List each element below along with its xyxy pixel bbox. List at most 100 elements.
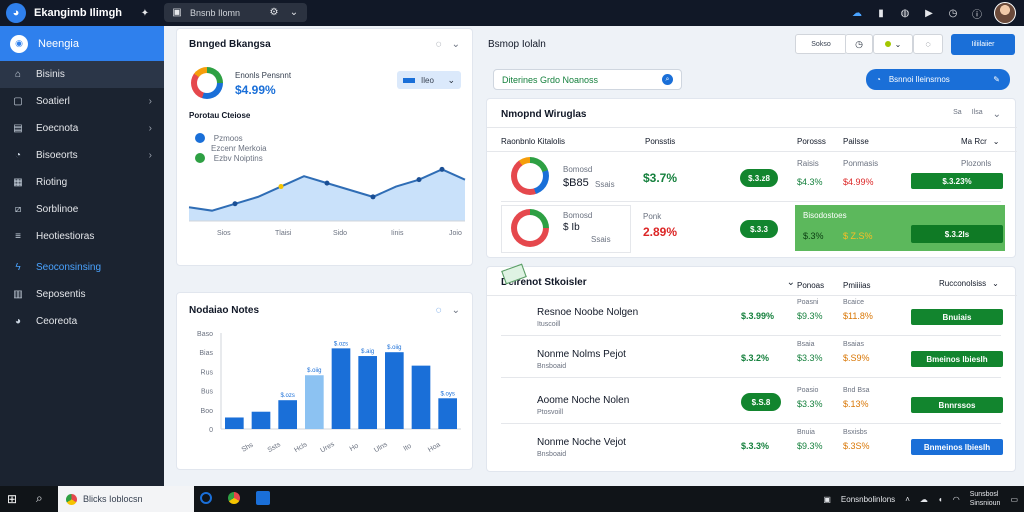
row-percent: 2.89%	[643, 225, 678, 239]
chevron-down-icon[interactable]: ⌄	[993, 109, 1001, 120]
row-action-button[interactable]: Bnuiais	[911, 309, 1003, 325]
status-button[interactable]: ⌄	[873, 34, 913, 54]
row-unit: Ssais	[595, 180, 615, 189]
bar-label: $.ozs	[280, 393, 294, 399]
cloud-icon[interactable]: ☁	[850, 6, 864, 20]
notification-icon[interactable]: ▭	[1010, 495, 1018, 504]
x-tick-label: Sios	[217, 230, 231, 237]
sidebar-item-bisinis[interactable]: ⌂ Bisinis	[0, 61, 164, 88]
sidebar-item-heotiestioras[interactable]: ≡ Heotiestioras	[0, 223, 164, 250]
sidebar-item-seoconsinsing[interactable]: ϟ Seoconsinsing	[0, 254, 164, 281]
filter-label: Ilsa	[971, 109, 983, 116]
card-title-group[interactable]: Delrenot Stkoisler ⌄	[501, 277, 795, 288]
cloud-icon[interactable]: ☁	[920, 495, 928, 504]
chevron-down-icon[interactable]: ⌄	[452, 39, 460, 50]
card-title: Bnnged Bkangsa	[189, 39, 271, 50]
sidebar-item-rioting[interactable]: ▦ Rioting	[0, 169, 164, 196]
wifi-icon[interactable]: ◠	[953, 495, 960, 504]
sidebar-item-soatierl[interactable]: ▢ Soatierl ›	[0, 88, 164, 115]
column-header: Pailsse	[843, 137, 869, 146]
cell-value: $3.3%	[797, 353, 823, 363]
bar-label: $.ozs	[334, 341, 348, 347]
sidebar-item-label: Seposentis	[36, 289, 86, 300]
row-name: Aoome Noche Nolen	[537, 395, 630, 406]
app-tray-icon[interactable]: ▣	[823, 495, 831, 504]
clock-icon[interactable]: ◷	[946, 6, 960, 20]
refresh-icon[interactable]: ◌	[436, 305, 442, 316]
app-logo-icon: ◕	[6, 3, 26, 23]
chevron-up-icon[interactable]: ˄	[905, 495, 910, 504]
sidebar-item-eoecnota[interactable]: ▤ Eoecnota ›	[0, 115, 164, 142]
chevron-down-icon[interactable]: ⌄	[992, 279, 999, 288]
info-icon[interactable]: ⓘ	[970, 6, 984, 21]
gear-icon[interactable]: ✦	[138, 6, 152, 20]
range-select[interactable]: Ileo ⌄	[397, 71, 461, 89]
clock[interactable]: Sunsbosl Sinsnioun	[970, 490, 1001, 508]
address-bar[interactable]: ▣ Bnsnb Ilomn ⚙ ⌄	[164, 3, 307, 22]
row-pill[interactable]: $.3.3	[740, 220, 778, 238]
bars-icon: ▥	[13, 289, 23, 300]
cell-label: Bcaice	[843, 299, 865, 306]
metrics-card: Nmopnd Wiruglas Sa Ilsa ⌄ Raonbnlo Kital…	[486, 98, 1017, 258]
primary-button[interactable]: Iiliilaiier	[951, 34, 1015, 55]
row-name: Bomosd	[563, 165, 593, 174]
row-name: Bomosd	[563, 211, 593, 220]
row-percent: $.3.3%	[741, 441, 770, 451]
search-input[interactable]: Diterines Grdo Noanoss ⌕	[493, 69, 682, 90]
sidebar-item-sorblinoe[interactable]: ⧄ Sorblinoe	[0, 196, 164, 223]
taskbar-search[interactable]: Blicks Ioblocsn	[58, 486, 194, 512]
row-action-button[interactable]: Bnmeinos lbieslh	[911, 439, 1003, 455]
taskbar-search-text: Blicks Ioblocsn	[83, 494, 143, 504]
edge-icon[interactable]	[200, 492, 212, 504]
calendar-icon: ▦	[13, 177, 23, 188]
row-pill[interactable]: $.3.z8	[740, 169, 778, 187]
clock-date: Sinsnioun	[969, 500, 1001, 507]
clock-icon: ◷	[855, 38, 863, 49]
chevron-down-icon[interactable]: ⌄	[993, 137, 1000, 146]
sidebar-item-bisoeorts[interactable]: ◔ Bisoeorts ›	[0, 142, 164, 169]
sync-button[interactable]: ◌	[913, 34, 943, 54]
bar	[411, 365, 431, 429]
sidebar-item-label: Eoecnota	[36, 123, 79, 134]
bar	[385, 352, 404, 429]
column-header: Ma Rcr ⌄	[961, 137, 999, 146]
secondary-button-label: Sokso	[811, 40, 831, 48]
cell-label: Poasni	[797, 299, 819, 306]
bar	[278, 400, 297, 429]
action-button[interactable]: ◔ Bsnnoi Ileinsrnos ✎	[866, 69, 1010, 90]
clock-button[interactable]: ◷	[845, 34, 873, 54]
row-action-button[interactable]: Bnnrssos	[911, 397, 1003, 413]
refresh-icon[interactable]: ◌	[436, 39, 442, 50]
sidebar-item-label: Ceoreota	[36, 316, 78, 327]
line-chart: Sios Tlaisi Sido Iinis Joio	[188, 166, 466, 237]
row-status-button[interactable]: $.3.2ls	[911, 225, 1003, 243]
start-icon[interactable]: ⊞	[7, 492, 17, 506]
store-icon[interactable]	[256, 491, 270, 505]
volume-icon[interactable]: ◖	[938, 495, 943, 504]
bar-label: $.oiig	[307, 368, 321, 374]
primary-button-label: Iiliilaiier	[971, 41, 995, 48]
row-action-button[interactable]: Bmeinos lbieslh	[911, 351, 1003, 367]
sidebar-item-seposentis[interactable]: ▥ Seposentis	[0, 281, 164, 308]
cell-label: Bisodostoes	[803, 211, 847, 220]
row-status-button[interactable]: $.3.23%	[911, 173, 1003, 189]
chrome-icon[interactable]	[228, 492, 240, 504]
chevron-down-icon[interactable]: ⌄	[452, 305, 460, 316]
secondary-button[interactable]: Sokso	[795, 34, 847, 54]
notes-icon[interactable]: ▮	[874, 6, 888, 20]
search-icon: ⌕	[662, 74, 673, 85]
cell-label: Raisis	[797, 159, 819, 168]
chevron-down-icon[interactable]: ⌄	[287, 6, 301, 20]
sidebar-header[interactable]: ◉ Neengia	[0, 26, 164, 61]
search-icon[interactable]: ⌕	[36, 491, 43, 506]
media-icon[interactable]: ▶	[922, 6, 936, 20]
row-pill[interactable]: $.S.8	[741, 393, 781, 411]
globe-icon[interactable]: ◍	[898, 6, 912, 20]
avatar[interactable]	[994, 2, 1016, 24]
settings-icon[interactable]: ⚙	[267, 6, 281, 20]
sidebar-item-ceoreota[interactable]: ◕ Ceoreota	[0, 308, 164, 335]
card-controls: Sa Ilsa ⌄	[953, 109, 1001, 120]
cell-label: Poasio	[797, 387, 819, 394]
x-tick-label: Joio	[449, 230, 462, 237]
row-value: $B85	[563, 177, 589, 189]
